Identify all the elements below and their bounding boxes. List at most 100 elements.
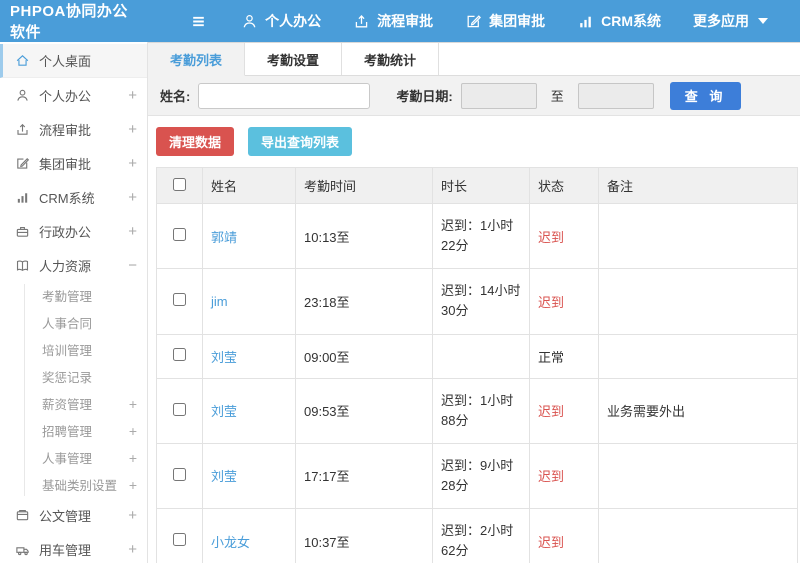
process-icon (353, 13, 370, 30)
row-checkbox[interactable] (173, 293, 186, 307)
expand-toggle-icon[interactable]: + (129, 450, 137, 466)
main-panel: 考勤列表 考勤设置 考勤统计 姓名: 考勤日期: 至 查 询 清理数据 导出查询… (148, 42, 800, 563)
date-from-input[interactable] (460, 82, 537, 109)
tab-考勤统计[interactable]: 考勤统计 (342, 43, 440, 75)
top-header: PHPOA协同办公软件 个人办公 流程审批 集团审批 CRM系统 更多应用 (0, 0, 800, 42)
duration-text: 迟到：9小时28分 (432, 442, 530, 510)
table-row: 刘莹 17:17至 迟到：9小时28分 迟到 (156, 442, 798, 510)
table-row: jim 23:18至 迟到：14小时30分 迟到 (156, 268, 798, 335)
topnav-item[interactable]: CRM系统 (577, 11, 661, 31)
hamburger-icon (190, 13, 207, 30)
topnav-item[interactable]: 流程审批 (353, 11, 433, 31)
sidebar-item-公文管理[interactable]: 公文管理 + (0, 498, 147, 532)
row-checkbox[interactable] (173, 533, 186, 547)
query-button[interactable]: 查 询 (669, 81, 742, 110)
attendance-time: 17:17至 (295, 442, 433, 510)
sidebar-subitem-基础类别设置[interactable]: 基础类别设置 + (0, 471, 147, 498)
topnav-item[interactable]: 个人办公 (241, 11, 321, 31)
clean-data-button[interactable]: 清理数据 (156, 127, 235, 156)
tab-bar: 考勤列表 考勤设置 考勤统计 (148, 43, 800, 76)
employee-name-link[interactable]: 小龙女 (211, 535, 250, 550)
tab-考勤设置[interactable]: 考勤设置 (245, 43, 343, 75)
edit-icon (15, 156, 30, 171)
table-row: 刘莹 09:53至 迟到：1小时88分 迟到 业务需要外出 (156, 377, 798, 444)
employee-name-link[interactable]: 郭靖 (211, 230, 237, 245)
row-checkbox[interactable] (173, 348, 186, 362)
sidebar-item-集团审批[interactable]: 集团审批 + (0, 146, 147, 180)
note-text (598, 442, 798, 510)
note-text (598, 508, 798, 563)
expand-toggle-icon[interactable]: + (128, 541, 137, 558)
row-checkbox[interactable] (173, 402, 186, 416)
sidebar-item-CRM系统[interactable]: CRM系统 + (0, 180, 147, 214)
name-input[interactable] (198, 82, 371, 109)
topnav-item[interactable]: 更多应用 (693, 11, 768, 31)
sidebar-item-流程审批[interactable]: 流程审批 + (0, 112, 147, 146)
col-header-name: 姓名 (202, 167, 296, 204)
duration-text: 迟到：2小时62分 (432, 508, 530, 563)
col-header-duration: 时长 (432, 167, 530, 204)
expand-toggle-icon[interactable]: + (128, 87, 137, 104)
sidebar-subitem-奖惩记录[interactable]: 奖惩记录 (0, 363, 147, 390)
status-badge: 迟到 (529, 508, 599, 563)
process-icon (15, 122, 30, 137)
expand-toggle-icon[interactable]: + (129, 423, 137, 439)
sidebar-subitem-人事合同[interactable]: 人事合同 (0, 309, 147, 336)
note-text (598, 268, 798, 335)
sidebar-subitem-考勤管理[interactable]: 考勤管理 (0, 282, 147, 309)
user-icon (241, 13, 258, 30)
sidebar-subitem-招聘管理[interactable]: 招聘管理 + (0, 417, 147, 444)
sidebar-item-个人办公[interactable]: 个人办公 + (0, 78, 147, 112)
expand-toggle-icon[interactable]: + (128, 507, 137, 524)
date-to-input[interactable] (577, 82, 654, 109)
sidebar-subitem-人事管理[interactable]: 人事管理 + (0, 444, 147, 471)
attendance-time: 10:13至 (295, 202, 433, 270)
expand-toggle-icon[interactable]: − (128, 257, 137, 274)
employee-name-link[interactable]: 刘莹 (211, 350, 237, 365)
tab-考勤列表[interactable]: 考勤列表 (148, 43, 246, 76)
export-list-button[interactable]: 导出查询列表 (248, 127, 353, 156)
attendance-table: 姓名 考勤时间 时长 状态 备注 郭靖 10:13至 迟到：1小时22分 迟到 … (156, 167, 798, 563)
note-text (598, 333, 798, 379)
select-all-checkbox[interactable] (173, 177, 186, 191)
expand-toggle-icon[interactable]: + (128, 223, 137, 240)
duration-text: 迟到：1小时22分 (432, 202, 530, 270)
edit-icon (465, 13, 482, 30)
sidebar-toggle-button[interactable] (190, 13, 207, 30)
sidebar-item-人力资源[interactable]: 人力资源 − (0, 248, 147, 282)
table-header-row: 姓名 考勤时间 时长 状态 备注 (156, 167, 798, 204)
employee-name-link[interactable]: 刘莹 (211, 404, 237, 419)
sidebar-item-用车管理[interactable]: 用车管理 + (0, 532, 147, 563)
car-icon (15, 542, 30, 557)
expand-toggle-icon[interactable]: + (129, 477, 137, 493)
note-text (598, 202, 798, 270)
duration-text: 迟到：1小时88分 (432, 377, 530, 444)
col-header-time: 考勤时间 (295, 167, 433, 204)
sidebar-item-个人桌面[interactable]: 个人桌面 (0, 44, 147, 78)
sidebar-subitem-薪资管理[interactable]: 薪资管理 + (0, 390, 147, 417)
expand-toggle-icon[interactable]: + (128, 189, 137, 206)
date-to-label: 至 (550, 89, 564, 104)
topnav-item[interactable]: 集团审批 (465, 11, 545, 31)
employee-name-link[interactable]: 刘莹 (211, 469, 237, 484)
duration-text (432, 333, 530, 379)
row-checkbox[interactable] (173, 228, 186, 242)
expand-toggle-icon[interactable]: + (129, 396, 137, 412)
sidebar-item-行政办公[interactable]: 行政办公 + (0, 214, 147, 248)
col-header-status: 状态 (529, 167, 599, 204)
doc-icon (15, 508, 30, 523)
attendance-time: 10:37至 (295, 508, 433, 563)
row-checkbox[interactable] (173, 467, 186, 481)
app-window: PHPOA协同办公软件 个人办公 流程审批 集团审批 CRM系统 更多应用 个人… (0, 0, 800, 563)
action-buttons-row: 清理数据 导出查询列表 (156, 127, 798, 156)
name-label: 姓名: (160, 89, 191, 104)
employee-name-link[interactable]: jim (211, 294, 228, 309)
search-filter-bar: 姓名: 考勤日期: 至 查 询 (148, 76, 800, 116)
chart-icon (15, 190, 30, 205)
col-header-note: 备注 (598, 167, 798, 204)
sidebar-subitem-培训管理[interactable]: 培训管理 (0, 336, 147, 363)
caret-down-icon (758, 18, 768, 24)
expand-toggle-icon[interactable]: + (128, 155, 137, 172)
expand-toggle-icon[interactable]: + (128, 121, 137, 138)
status-badge: 迟到 (529, 442, 599, 510)
